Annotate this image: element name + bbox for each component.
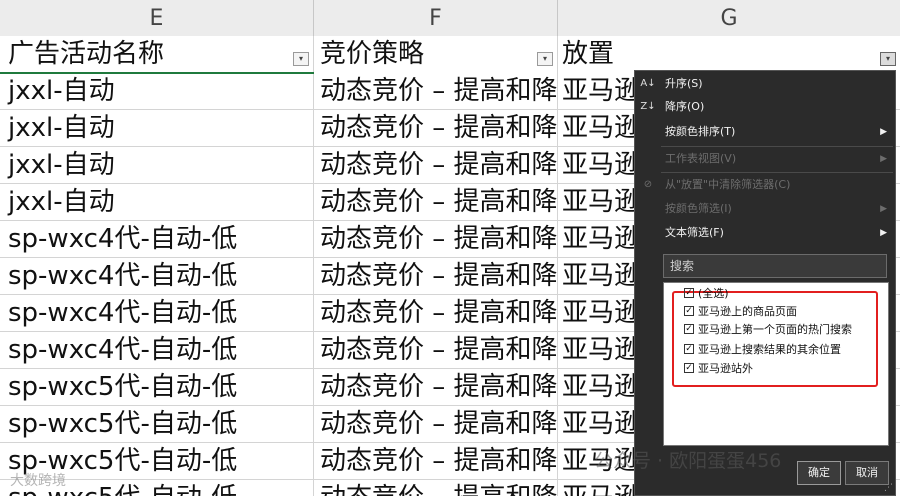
cell-campaign[interactable]: sp-wxc4代-自动-低 [0, 258, 314, 295]
autofilter-dropdown: A↓ 升序(S) Z↓ 降序(O) 按颜色排序(T) ▶ 工作表视图(V) ▶ … [634, 70, 896, 496]
menu-divider [661, 172, 893, 173]
cell-bid-strategy[interactable]: 动态竞价 – 提高和降低 [314, 295, 558, 332]
menu-item-text-filter[interactable]: 文本筛选(F) ▶ [635, 222, 895, 244]
column-header-bar: E F G [0, 0, 900, 36]
filter-option[interactable]: ✓ 亚马逊上搜索结果的其余位置 [684, 341, 841, 359]
header-cell-placement-label: 放置 [562, 39, 615, 69]
checkbox-checked-icon: ✓ [684, 306, 694, 316]
filter-option-label: 亚马逊上第一个页面的热门搜索 [698, 323, 852, 336]
menu-item-label: 按颜色排序(T) [665, 125, 736, 138]
cell-campaign[interactable]: sp-wxc5代-自动-低 [0, 406, 314, 443]
ok-button[interactable]: 确定 [797, 461, 841, 485]
checkbox-checked-icon: ✓ [684, 324, 694, 334]
filter-option-label: 亚马逊上的商品页面 [698, 305, 797, 318]
cell-selection-border [0, 72, 314, 74]
filter-dropdown-icon[interactable]: ▾ [293, 52, 309, 66]
cell-campaign[interactable]: jxxl-自动 [0, 184, 314, 221]
cell-bid-strategy[interactable]: 动态竞价 – 提高和降低 [314, 110, 558, 147]
filter-dropdown-icon[interactable]: ▾ [537, 52, 553, 66]
cell-bid-strategy[interactable]: 动态竞价 – 提高和降低 [314, 369, 558, 406]
checkbox-checked-icon: ✓ [684, 288, 694, 298]
filter-dropdown-icon[interactable]: ▾ [880, 52, 896, 66]
watermark-text: 公众号 · 欧阳蛋蛋456 [594, 450, 782, 472]
filter-option-label: 亚马逊上搜索结果的其余位置 [698, 343, 841, 356]
filter-option[interactable]: ✓ 亚马逊上的商品页面 [684, 303, 797, 321]
checkbox-checked-icon: ✓ [684, 363, 694, 373]
cell-bid-strategy[interactable]: 动态竞价 – 提高和降低 [314, 147, 558, 184]
sort-ascending-icon: A↓ [640, 78, 656, 89]
header-cell-placement[interactable]: 放置 ▾ [558, 36, 900, 73]
header-cell-bid-strategy-label: 竞价策略 [320, 39, 425, 69]
cell-campaign[interactable]: jxxl-自动 [0, 110, 314, 147]
menu-divider [661, 146, 893, 147]
submenu-arrow-icon: ▶ [880, 127, 887, 137]
cell-bid-strategy[interactable]: 动态竞价 – 提高和降低 [314, 73, 558, 110]
menu-item-sort-descending[interactable]: Z↓ 降序(O) [635, 96, 895, 118]
menu-item-label: 文本筛选(F) [665, 226, 724, 239]
cancel-button[interactable]: 取消 [845, 461, 889, 485]
menu-item-label: 按颜色筛选(I) [665, 202, 732, 215]
cell-bid-strategy[interactable]: 动态竞价 – 提高和降低 [314, 480, 558, 496]
submenu-arrow-icon: ▶ [880, 154, 887, 164]
menu-item-sort-ascending[interactable]: A↓ 升序(S) [635, 73, 895, 95]
menu-item-label: 升序(S) [665, 77, 703, 90]
column-header-e[interactable]: E [0, 0, 314, 36]
filter-option[interactable]: ✓ 亚马逊站外 [684, 360, 753, 378]
cell-bid-strategy[interactable]: 动态竞价 – 提高和降低 [314, 443, 558, 480]
cell-campaign[interactable]: jxxl-自动 [0, 73, 314, 110]
column-header-f[interactable]: F [314, 0, 558, 36]
column-header-g[interactable]: G [558, 0, 900, 36]
cell-bid-strategy[interactable]: 动态竞价 – 提高和降低 [314, 332, 558, 369]
menu-item-filter-by-color: 按颜色筛选(I) ▶ [635, 198, 895, 220]
cell-campaign[interactable]: sp-wxc4代-自动-低 [0, 332, 314, 369]
filter-option-label: (全选) [698, 287, 729, 300]
menu-item-label: 从"放置"中清除筛选器(C) [665, 178, 791, 191]
menu-item-clear-filter: ⊘ 从"放置"中清除筛选器(C) [635, 174, 895, 196]
header-row: 广告活动名称 ▾ 竞价策略 ▾ 放置 ▾ [0, 36, 900, 73]
cell-bid-strategy[interactable]: 动态竞价 – 提高和降低 [314, 221, 558, 258]
filter-option[interactable]: ✓ 亚马逊上第一个页面的热门搜索 [684, 321, 852, 339]
header-cell-campaign[interactable]: 广告活动名称 ▾ [0, 36, 314, 73]
menu-item-sheet-view: 工作表视图(V) ▶ [635, 148, 895, 170]
menu-item-sort-by-color[interactable]: 按颜色排序(T) ▶ [635, 121, 895, 143]
filter-search-input[interactable]: 搜索 [663, 254, 887, 278]
filter-option-select-all[interactable]: ✓ (全选) [684, 285, 729, 303]
menu-item-label: 降序(O) [665, 100, 705, 113]
header-cell-campaign-label: 广告活动名称 [8, 39, 165, 69]
cell-bid-strategy[interactable]: 动态竞价 – 提高和降低 [314, 258, 558, 295]
sort-descending-icon: Z↓ [640, 101, 656, 112]
resize-grip-icon[interactable]: ⋰ [884, 483, 893, 493]
cell-campaign[interactable]: jxxl-自动 [0, 147, 314, 184]
filter-option-label: 亚马逊站外 [698, 362, 753, 375]
checkbox-checked-icon: ✓ [684, 344, 694, 354]
submenu-arrow-icon: ▶ [880, 228, 887, 238]
menu-item-label: 工作表视图(V) [665, 152, 737, 165]
cell-bid-strategy[interactable]: 动态竞价 – 提高和降低 [314, 184, 558, 221]
header-cell-bid-strategy[interactable]: 竞价策略 ▾ [314, 36, 558, 73]
cell-campaign[interactable]: sp-wxc5代-自动-低 [0, 369, 314, 406]
cell-campaign[interactable]: sp-wxc4代-自动-低 [0, 295, 314, 332]
cell-bid-strategy[interactable]: 动态竞价 – 提高和降低 [314, 406, 558, 443]
submenu-arrow-icon: ▶ [880, 204, 887, 214]
filter-value-list: ✓ (全选) ✓ 亚马逊上的商品页面 ✓ 亚马逊上第一个页面的热门搜索 ✓ 亚马逊上搜索… [663, 282, 889, 446]
cell-campaign[interactable]: sp-wxc4代-自动-低 [0, 221, 314, 258]
clear-filter-icon: ⊘ [643, 179, 653, 190]
watermark-corner-text: 大数跨境 [10, 473, 66, 489]
